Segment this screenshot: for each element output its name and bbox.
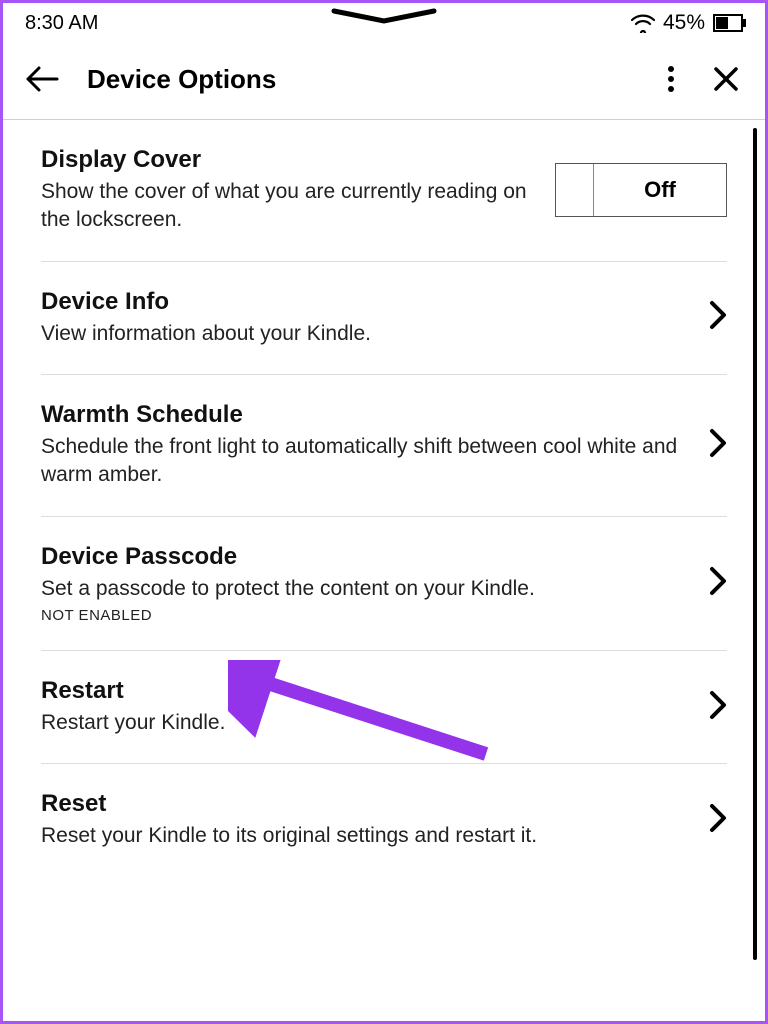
chevron-right-icon	[709, 690, 727, 725]
setting-device-info[interactable]: Device Info View information about your …	[41, 262, 727, 375]
setting-warmth-schedule[interactable]: Warmth Schedule Schedule the front light…	[41, 375, 727, 517]
status-battery-text: 45%	[663, 11, 705, 35]
chevron-right-icon	[709, 803, 727, 838]
setting-title: Device Passcode	[41, 543, 691, 571]
settings-list-container: Display Cover Show the cover of what you…	[3, 120, 765, 877]
setting-title: Warmth Schedule	[41, 401, 691, 429]
setting-title: Display Cover	[41, 146, 537, 174]
setting-desc: Set a passcode to protect the content on…	[41, 575, 691, 603]
close-button[interactable]	[709, 62, 743, 96]
close-icon	[713, 66, 739, 92]
setting-desc: View information about your Kindle.	[41, 320, 691, 348]
wifi-icon	[631, 13, 655, 33]
setting-desc: Show the cover of what you are currently…	[41, 178, 537, 235]
chevron-right-icon	[709, 428, 727, 463]
setting-title: Reset	[41, 790, 691, 818]
setting-status: NOT ENABLED	[41, 607, 691, 624]
scrollbar[interactable]	[753, 128, 757, 960]
setting-desc: Reset your Kindle to its original settin…	[41, 822, 691, 850]
setting-desc: Schedule the front light to automaticall…	[41, 433, 691, 490]
chevron-right-icon	[709, 300, 727, 335]
more-options-button[interactable]	[663, 61, 679, 97]
status-time: 8:30 AM	[25, 12, 98, 35]
chevron-right-icon	[709, 566, 727, 601]
notch-chevron-icon	[324, 7, 444, 32]
toggle-knob	[556, 164, 594, 216]
page-title: Device Options	[87, 64, 639, 95]
page-header: Device Options	[3, 39, 765, 120]
setting-reset[interactable]: Reset Reset your Kindle to its original …	[41, 764, 727, 876]
setting-desc: Restart your Kindle.	[41, 709, 691, 737]
toggle-label: Off	[594, 177, 726, 203]
setting-title: Restart	[41, 677, 691, 705]
setting-title: Device Info	[41, 288, 691, 316]
battery-icon	[713, 14, 747, 32]
setting-restart[interactable]: Restart Restart your Kindle.	[41, 651, 727, 764]
kebab-icon	[667, 65, 675, 93]
back-button[interactable]	[21, 61, 63, 97]
display-cover-toggle[interactable]: Off	[555, 163, 727, 217]
setting-device-passcode[interactable]: Device Passcode Set a passcode to protec…	[41, 517, 727, 651]
arrow-left-icon	[25, 65, 59, 93]
setting-display-cover[interactable]: Display Cover Show the cover of what you…	[41, 120, 727, 262]
